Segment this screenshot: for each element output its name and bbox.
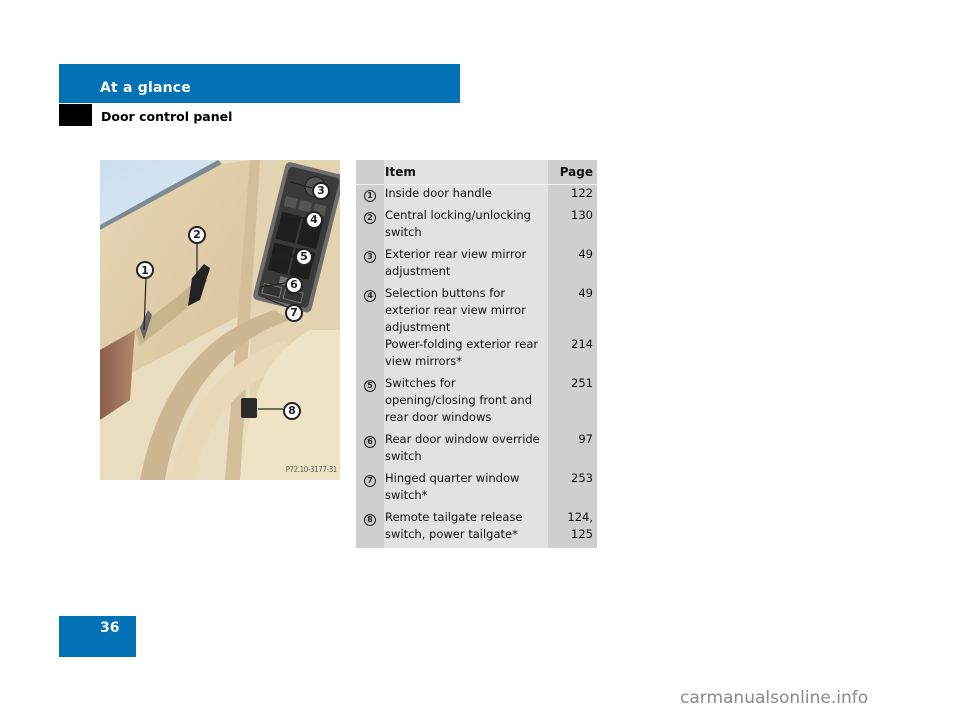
door-panel-illustration: 1 2 3 4 5 6 7 8 P72.10-3177-31 [100, 160, 340, 480]
item-description: Switches for opening/closing front and r… [385, 376, 532, 424]
item-description: Inside door handle [385, 186, 492, 200]
callout-4: 4 [305, 208, 323, 229]
item-number-badge: 6 [364, 436, 376, 448]
page-reference[interactable]: 122 [548, 185, 597, 202]
subsection-title: Door control panel [101, 109, 233, 124]
tailgate-switch-drawing [241, 398, 257, 418]
header-page: Page [559, 164, 593, 179]
watermark[interactable]: carmanualsonline.info [680, 688, 868, 708]
page-reference[interactable]: 124, 125 [548, 509, 597, 543]
table-row: 7 Hinged quarter window switch* 253 [356, 470, 597, 509]
item-description: Exterior rear view mirror adjustment [385, 247, 527, 278]
callout-7: 7 [285, 301, 303, 322]
table-row: 8 Remote tailgate release switch, power … [356, 509, 597, 548]
table-row: 5 Switches for opening/closing front and… [356, 375, 597, 431]
item-number-badge: 8 [364, 514, 376, 526]
section-title: At a glance [100, 80, 191, 96]
item-number-badge: 3 [364, 251, 376, 263]
page-number: 36 [100, 620, 120, 636]
page-reference[interactable]: 130 [548, 207, 597, 241]
page-reference[interactable]: 253 [548, 470, 597, 504]
item-number-badge: 1 [364, 190, 376, 202]
callout-5: 5 [295, 245, 313, 266]
item-description: Central locking/unlocking switch [385, 208, 531, 239]
table-row: 3 Exterior rear view mirror adjustment 4… [356, 246, 597, 285]
table-row: 2 Central locking/unlocking switch 130 [356, 207, 597, 246]
page-reference[interactable]: 251 [548, 375, 597, 426]
table-row: 6 Rear door window override switch 97 [356, 431, 597, 470]
page-reference[interactable]: 214 [548, 336, 597, 370]
table-row-continuation: Power-folding exterior rear view mirrors… [356, 336, 597, 375]
callout-1: 1 [136, 259, 154, 279]
page-reference[interactable]: 97 [548, 431, 597, 465]
item-page-table: Item Page 1 Inside door handle 122 2 Cen… [356, 160, 597, 548]
item-description: Hinged quarter window switch* [385, 471, 520, 502]
header-item: Item [385, 164, 416, 179]
door-panel-drawing [100, 160, 340, 480]
callout-8: 8 [283, 399, 301, 420]
callout-3: 3 [312, 179, 330, 200]
item-description: Power-folding exterior rear view mirrors… [385, 337, 539, 368]
item-number-badge: 7 [364, 475, 376, 487]
figure-reference-code: P72.10-3177-31 [285, 465, 337, 474]
page-reference[interactable]: 49 [548, 285, 597, 336]
table-row: 1 Inside door handle 122 [356, 184, 597, 207]
item-number-badge: 5 [364, 380, 376, 392]
callout-2: 2 [188, 223, 206, 244]
item-description: Selection buttons for exterior rear view… [385, 286, 526, 334]
table-row: 4 Selection buttons for exterior rear vi… [356, 285, 597, 336]
page-number-box [59, 616, 136, 657]
table-header: Item Page [356, 160, 597, 184]
item-description: Remote tailgate release switch, power ta… [385, 510, 523, 541]
header-number [356, 171, 384, 173]
item-description: Rear door window override switch [385, 432, 540, 463]
callout-6: 6 [285, 273, 303, 294]
item-number-badge: 4 [364, 290, 376, 302]
page-reference[interactable]: 49 [548, 246, 597, 280]
subsection-marker [59, 104, 92, 126]
item-number-badge: 2 [364, 212, 376, 224]
